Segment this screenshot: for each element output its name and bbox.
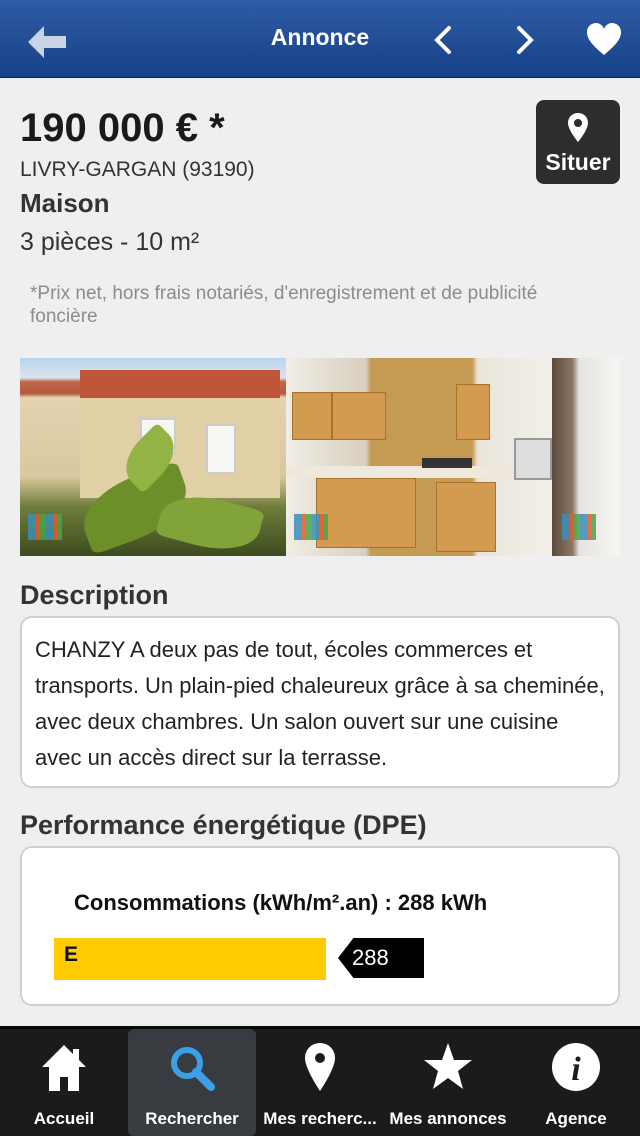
- location-pin-icon: [305, 1043, 335, 1091]
- property-type: Maison: [20, 188, 110, 218]
- favorite-heart-icon[interactable]: [584, 20, 624, 60]
- dpe-class-bar: E: [54, 938, 326, 980]
- star-icon: [424, 1043, 472, 1089]
- map-pin-icon: [568, 113, 588, 142]
- previous-listing-icon[interactable]: [424, 20, 464, 60]
- rooms-and-area: 3 pièces - 10 m²: [20, 228, 200, 256]
- listing-city: LIVRY-GARGAN (93190): [20, 158, 255, 181]
- agency-watermark: [294, 514, 328, 540]
- back-arrow-icon[interactable]: [24, 22, 68, 62]
- locate-button-label: Situer: [545, 149, 611, 175]
- tab-rechercher[interactable]: Rechercher: [128, 1029, 256, 1136]
- photo-gallery[interactable]: [20, 358, 620, 556]
- search-icon: [171, 1047, 215, 1091]
- navigation-bar: Annonce: [0, 0, 640, 78]
- tab-bar: Accueil Rechercher Mes recherc... Mes an…: [0, 1026, 640, 1136]
- tab-label: Mes annonces: [389, 1109, 507, 1128]
- svg-text:i: i: [571, 1051, 581, 1088]
- tab-label: Mes recherc...: [263, 1109, 377, 1128]
- photo-window: [206, 424, 236, 474]
- listing-price: 190 000 € *: [20, 106, 225, 150]
- photo-cabinet: [436, 482, 496, 552]
- agency-watermark: [28, 514, 62, 540]
- photo-stove: [422, 458, 472, 468]
- price-footnote: *Prix net, hors frais notariés, d'enregi…: [30, 283, 538, 327]
- tab-label: Agence: [545, 1109, 607, 1128]
- description-heading: Description: [20, 580, 169, 610]
- dpe-class-letter: E: [64, 943, 79, 966]
- tab-label: Accueil: [33, 1109, 95, 1128]
- photo-counter: [286, 466, 552, 478]
- description-text: CHANZY A deux pas de tout, écoles commer…: [35, 637, 605, 770]
- page-title: Annonce: [270, 24, 370, 50]
- dpe-value: 288: [352, 945, 389, 970]
- tab-accueil[interactable]: Accueil: [0, 1029, 128, 1136]
- photo-cabinet: [456, 384, 490, 440]
- locate-on-map-button[interactable]: Situer: [536, 100, 620, 184]
- photo-exterior[interactable]: [20, 358, 286, 556]
- photo-microwave: [514, 438, 552, 480]
- tab-label: Rechercher: [145, 1109, 239, 1128]
- photo-kitchen[interactable]: [286, 358, 552, 556]
- home-icon: [42, 1045, 86, 1091]
- photo-roof: [80, 370, 280, 398]
- agency-watermark: [562, 514, 596, 540]
- tab-mes-recherches[interactable]: Mes recherc...: [256, 1029, 384, 1136]
- tab-agence[interactable]: i Agence: [512, 1029, 640, 1136]
- photo-cabinet: [292, 392, 332, 440]
- dpe-consumption-label: Consommations (kWh/m².an) : 288 kWh: [74, 890, 488, 915]
- description-box: CHANZY A deux pas de tout, écoles commer…: [20, 616, 620, 788]
- info-icon: i: [552, 1043, 600, 1091]
- photo-cabinet: [332, 392, 386, 440]
- photo-cabinet: [316, 478, 416, 548]
- dpe-heading: Performance énergétique (DPE): [20, 810, 427, 840]
- dpe-box: Consommations (kWh/m².an) : 288 kWh E 28…: [20, 846, 620, 1006]
- next-listing-icon[interactable]: [504, 20, 544, 60]
- tab-mes-annonces[interactable]: Mes annonces: [384, 1029, 512, 1136]
- listing-detail: 190 000 € * LIVRY-GARGAN (93190) Maison …: [0, 78, 640, 1026]
- photo-third[interactable]: [552, 358, 620, 556]
